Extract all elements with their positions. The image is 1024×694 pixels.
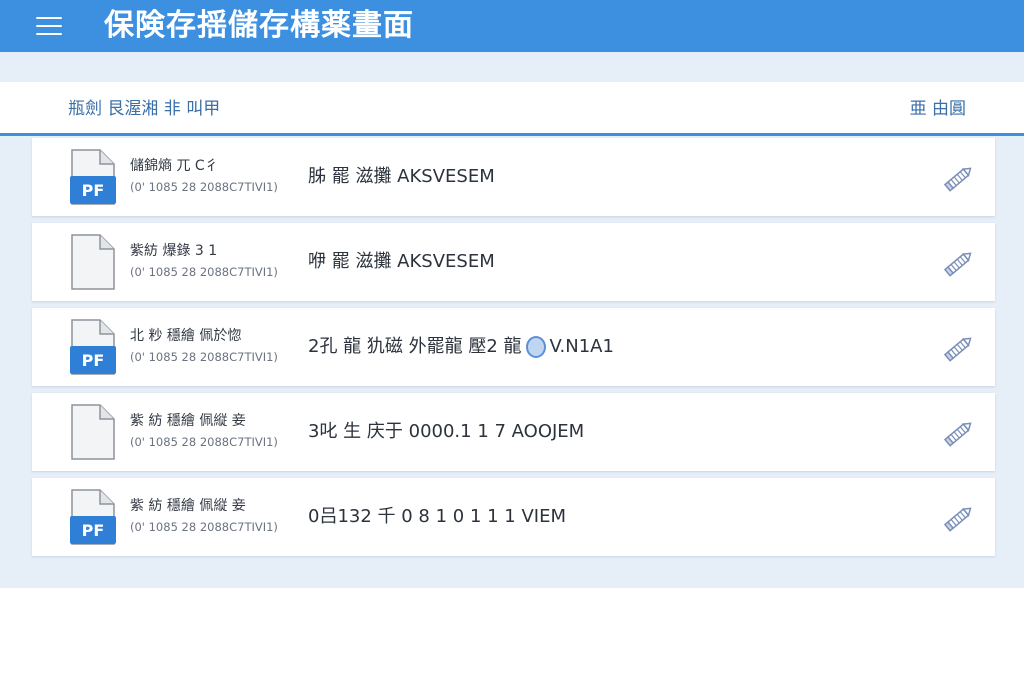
file-meta: (0' 1085 28 2088C7TIVI1) [130, 265, 278, 279]
file-meta: (0' 1085 28 2088C7TIVI1) [130, 350, 278, 364]
file-info: 北 粆 穩繪 佩於惚 (0' 1085 28 2088C7TIVI1) [130, 327, 305, 366]
file-name: 紫紡 爆錄 3 1 [130, 243, 218, 259]
file-row[interactable]: PF 北 粆 穩繪 佩於惚 (0' 1085 28 2088C7TIVI1) 2孔 龍… [32, 308, 995, 386]
blank-file-icon [70, 233, 116, 291]
file-status-suffix: V.N1A1 [549, 336, 614, 357]
file-info: 紫 紡 穩繪 佩縦 妾 (0' 1085 28 2088C7TIVI1) [130, 497, 305, 536]
file-row[interactable]: 紫紡 爆錄 3 1 (0' 1085 28 2088C7TIVI1) 咿 罷 滋攤 … [32, 223, 995, 301]
file-name: 紫 紡 穩繪 佩縦 妾 [130, 413, 246, 429]
blank-file-icon [70, 403, 116, 461]
pdf-badge-label: PF [82, 351, 105, 370]
file-status: 胏 罷 滋攤 AKSVESEM [308, 166, 495, 188]
main-content: 瓶劍 艮渥湘 非 叫甲 亜 由圓 PF 儲錦熵 兀 C彳 (0' 1085 28 2… [0, 52, 1024, 588]
pdf-file-icon: PF [70, 318, 116, 376]
file-status-text: 2孔 龍 犰磁 外罷龍 壓2 龍 [308, 336, 522, 357]
file-row[interactable]: PF 紫 紡 穩繪 佩縦 妾 (0' 1085 28 2088C7TIVI1) 0吕1… [32, 478, 995, 556]
sub-header: 瓶劍 艮渥湘 非 叫甲 亜 由圓 [0, 82, 1024, 136]
pencil-icon[interactable] [943, 502, 975, 534]
pencil-icon[interactable] [943, 247, 975, 279]
file-meta: (0' 1085 28 2088C7TIVI1) [130, 520, 278, 534]
file-name: 儲錦熵 兀 C彳 [130, 158, 219, 174]
file-status-text: 3叱 生 庆于 0000.1 1 7 AOOJEM [308, 421, 585, 442]
pencil-icon[interactable] [943, 332, 975, 364]
sub-header-right-action[interactable]: 亜 由圓 [910, 94, 966, 119]
sub-header-left-label: 瓶劍 艮渥湘 非 叫甲 [68, 99, 221, 119]
empty-footer-area [0, 588, 1024, 694]
file-status-text: 咿 罷 滋攤 AKSVESEM [308, 251, 495, 272]
hamburger-menu-icon[interactable] [36, 15, 62, 37]
file-name: 紫 紡 穩繪 佩縦 妾 [130, 498, 246, 514]
file-row[interactable]: 紫 紡 穩繪 佩縦 妾 (0' 1085 28 2088C7TIVI1) 3叱 生 … [32, 393, 995, 471]
file-meta: (0' 1085 28 2088C7TIVI1) [130, 435, 278, 449]
pdf-badge-label: PF [82, 521, 105, 540]
file-info: 儲錦熵 兀 C彳 (0' 1085 28 2088C7TIVI1) [130, 157, 305, 196]
sync-icon [525, 336, 546, 358]
pencil-icon[interactable] [943, 162, 975, 194]
file-status-text: 0吕132 千 0 8 1 0 1 1 1 VIEM [308, 506, 566, 527]
pdf-file-icon: PF [70, 488, 116, 546]
file-status: 咿 罷 滋攤 AKSVESEM [308, 251, 495, 273]
file-status: 0吕132 千 0 8 1 0 1 1 1 VIEM [308, 506, 566, 528]
pdf-badge-label: PF [82, 181, 105, 200]
file-name: 北 粆 穩繪 佩於惚 [130, 328, 242, 344]
pdf-file-icon: PF [70, 148, 116, 206]
app-bar: 保険存揺儲存構薬畫面 [0, 0, 1024, 52]
file-status: 2孔 龍 犰磁 外罷龍 壓2 龍 V.N1A1 [308, 336, 614, 358]
app-title: 保険存揺儲存構薬畫面 [104, 8, 414, 43]
pencil-icon[interactable] [943, 417, 975, 449]
file-status-text: 胏 罷 滋攤 AKSVESEM [308, 166, 495, 187]
file-info: 紫紡 爆錄 3 1 (0' 1085 28 2088C7TIVI1) [130, 242, 305, 281]
file-status: 3叱 生 庆于 0000.1 1 7 AOOJEM [308, 421, 584, 443]
file-row[interactable]: PF 儲錦熵 兀 C彳 (0' 1085 28 2088C7TIVI1) 胏 罷 滋攤… [32, 138, 995, 216]
file-list: PF 儲錦熵 兀 C彳 (0' 1085 28 2088C7TIVI1) 胏 罷 滋攤… [32, 138, 995, 563]
file-meta: (0' 1085 28 2088C7TIVI1) [130, 180, 278, 194]
file-info: 紫 紡 穩繪 佩縦 妾 (0' 1085 28 2088C7TIVI1) [130, 412, 305, 451]
